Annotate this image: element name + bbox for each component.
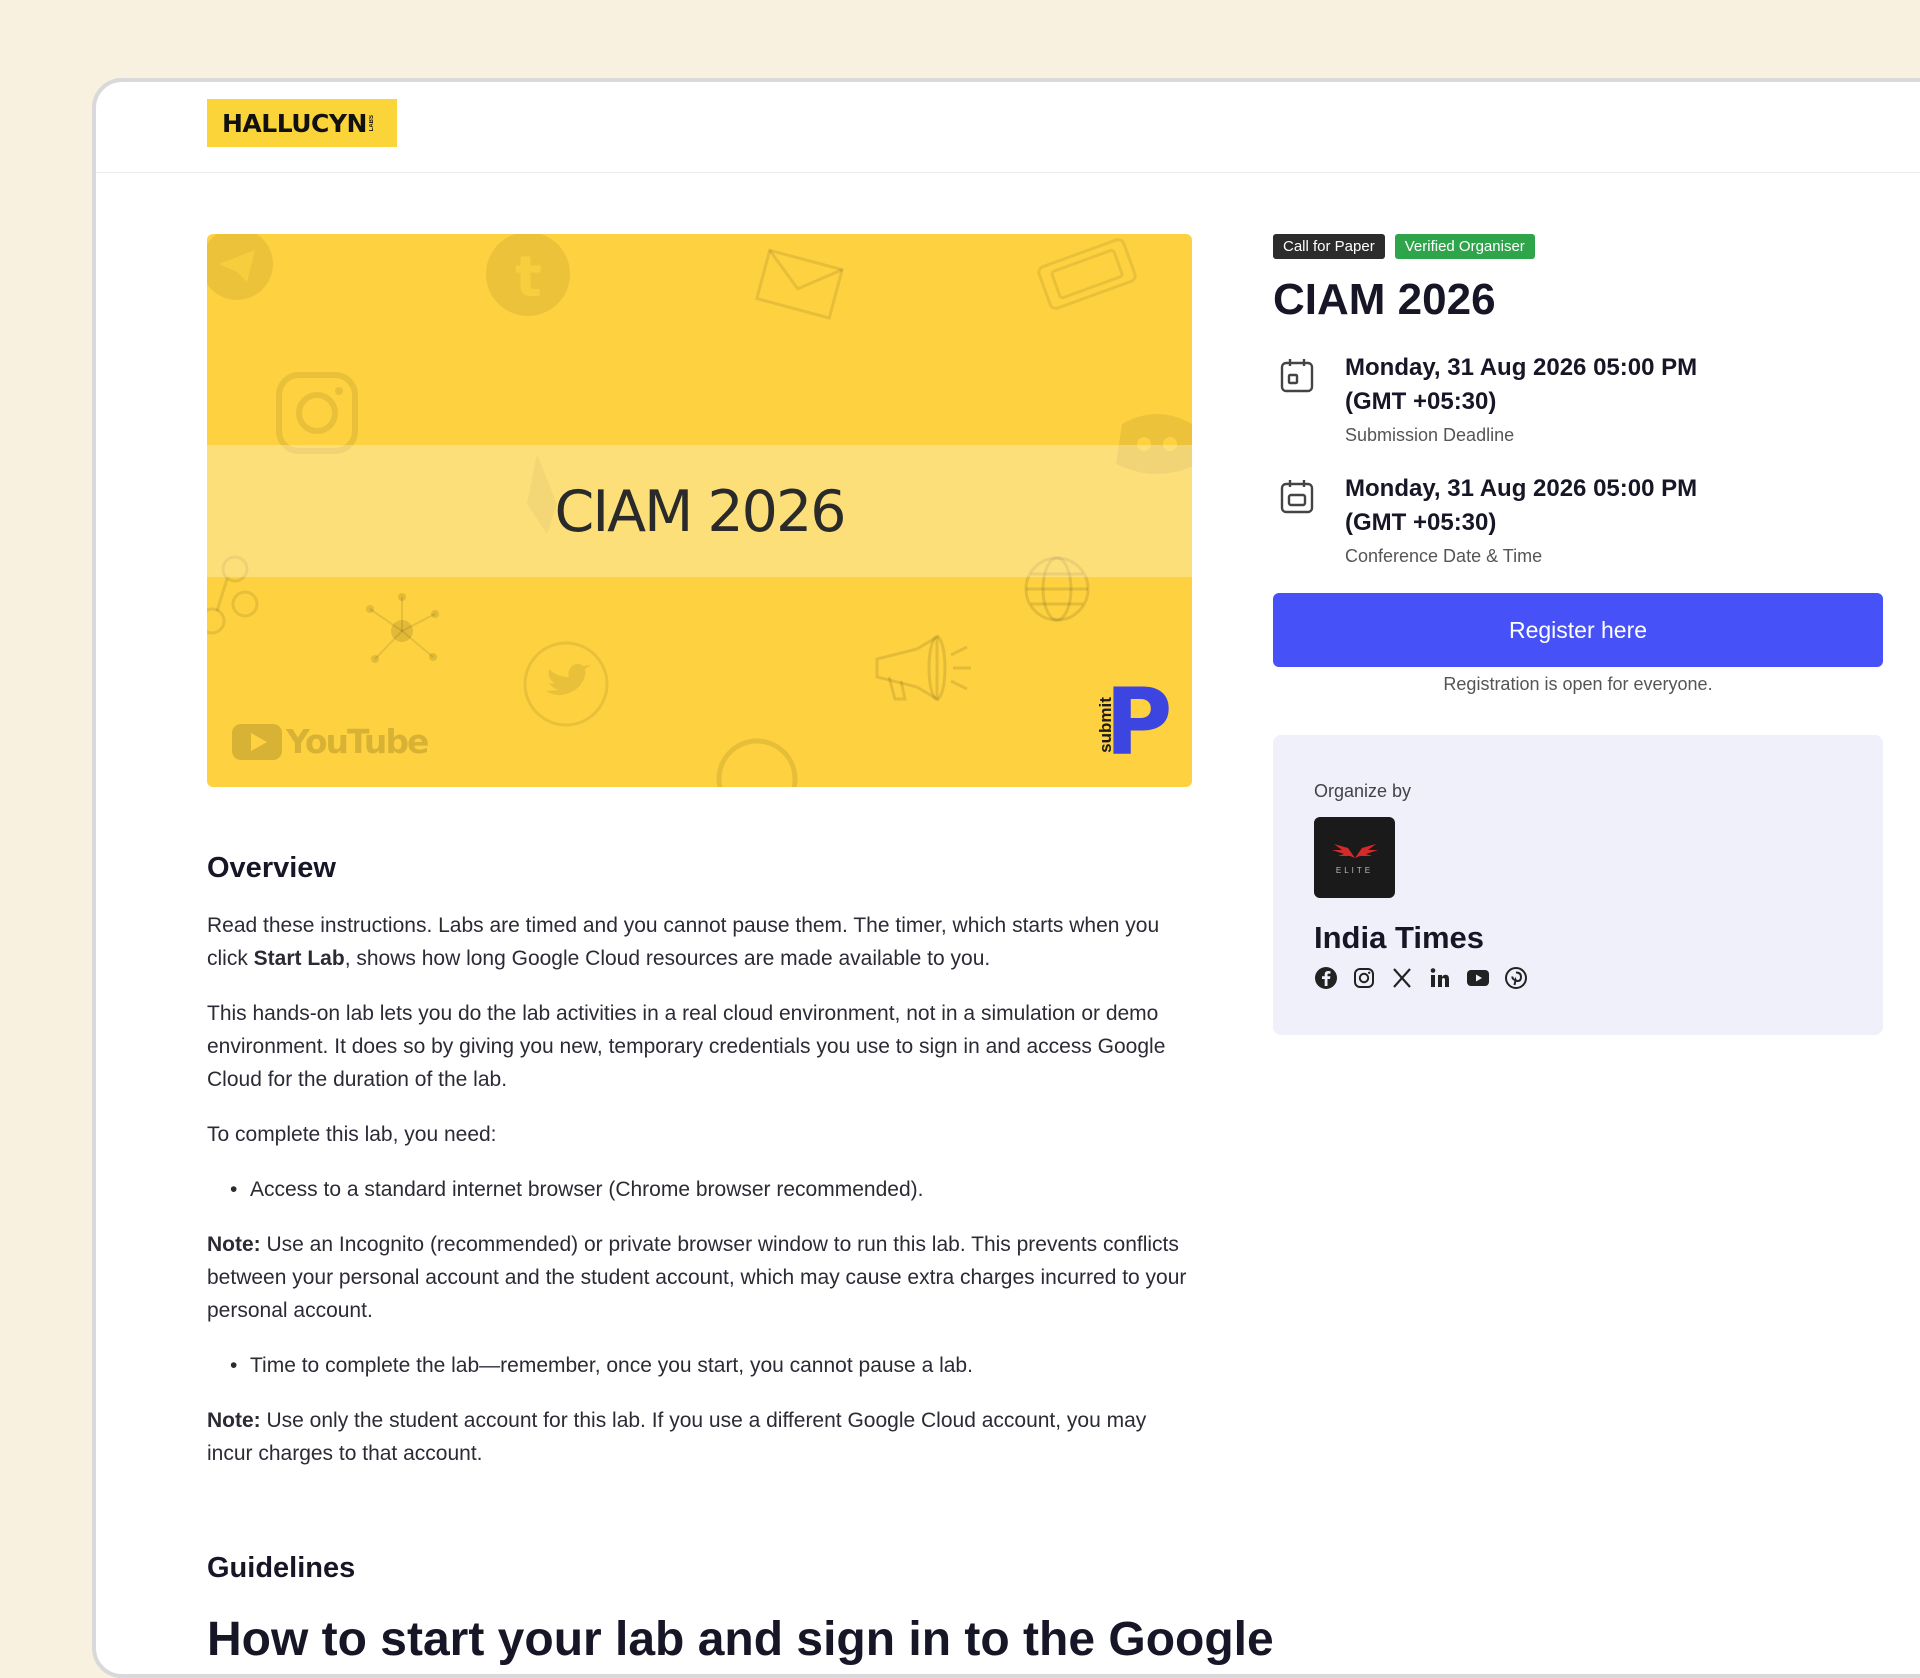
linkedin-icon[interactable] bbox=[1428, 966, 1452, 990]
overview-section: Overview Read these instructions. Labs a… bbox=[207, 852, 1192, 1492]
whatsapp-icon bbox=[716, 738, 798, 787]
submission-deadline-row: Monday, 31 Aug 2026 05:00 PM (GMT +05:30… bbox=[1273, 351, 1883, 446]
tumblr-icon: t bbox=[486, 234, 570, 316]
organizer-socials bbox=[1314, 966, 1842, 990]
note-paragraph-1: Note: Use an Incognito (recommended) or … bbox=[207, 1228, 1192, 1327]
note-paragraph-2: Note: Use only the student account for t… bbox=[207, 1404, 1192, 1470]
overview-paragraph-1: Read these instructions. Labs are timed … bbox=[207, 909, 1192, 975]
tag-call-for-paper: Call for Paper bbox=[1273, 234, 1385, 259]
conference-date-row: Monday, 31 Aug 2026 05:00 PM (GMT +05:30… bbox=[1273, 472, 1883, 567]
megaphone-icon bbox=[875, 634, 971, 702]
submission-deadline-text: Monday, 31 Aug 2026 05:00 PM (GMT +05:30… bbox=[1345, 351, 1697, 446]
youtube-icon[interactable] bbox=[1466, 966, 1490, 990]
event-tags: Call for Paper Verified Organiser bbox=[1273, 234, 1883, 259]
youtube-bg-logo: YouTube bbox=[232, 722, 429, 761]
telegram-icon bbox=[207, 234, 273, 300]
note-label: Note: bbox=[207, 1409, 261, 1432]
calendar-icon bbox=[1280, 359, 1314, 393]
submission-deadline-date: Monday, 31 Aug 2026 05:00 PM bbox=[1345, 354, 1698, 381]
guidelines-heading: Guidelines bbox=[207, 1552, 356, 1584]
note-label: Note: bbox=[207, 1233, 261, 1256]
note-text: Use only the student account for this la… bbox=[207, 1409, 1147, 1465]
submission-deadline-label: Submission Deadline bbox=[1345, 425, 1515, 445]
instagram-icon[interactable] bbox=[1352, 966, 1376, 990]
organizer-logo[interactable]: ELITE bbox=[1314, 817, 1395, 898]
conference-date: Monday, 31 Aug 2026 05:00 PM bbox=[1345, 475, 1698, 502]
twitter-bg-icon bbox=[523, 641, 609, 727]
overview-paragraph-3: To complete this lab, you need: bbox=[207, 1123, 497, 1146]
conference-date-text: Monday, 31 Aug 2026 05:00 PM (GMT +05:30… bbox=[1345, 472, 1697, 567]
conference-tz: (GMT +05:30) bbox=[1345, 509, 1497, 536]
note-text: Use an Incognito (recommended) or privat… bbox=[207, 1233, 1187, 1322]
mail-icon bbox=[754, 248, 845, 320]
list-item: Time to complete the lab—remember, once … bbox=[230, 1349, 1192, 1382]
instagram-bg-icon bbox=[276, 372, 358, 454]
list-item: Access to a standard internet browser (C… bbox=[230, 1173, 1192, 1206]
wings-icon bbox=[1331, 844, 1378, 858]
x-icon[interactable] bbox=[1390, 966, 1414, 990]
browser-frame: HALLUCYN LABS t YouTube CIAM 2026 submit… bbox=[92, 78, 1920, 1678]
organizer-logo-text: ELITE bbox=[1335, 866, 1374, 875]
conference-date-label: Conference Date & Time bbox=[1345, 546, 1543, 566]
brand-logo-sub: LABS bbox=[368, 114, 375, 132]
register-button[interactable]: Register here bbox=[1273, 593, 1883, 667]
facebook-icon[interactable] bbox=[1314, 966, 1338, 990]
submit-letter: P bbox=[1105, 669, 1173, 776]
registration-note: Registration is open for everyone. bbox=[1443, 674, 1713, 694]
guidelines-subheading: How to start your lab and sign in to the… bbox=[207, 1613, 1274, 1666]
calendar-icon bbox=[1280, 480, 1314, 514]
youtube-bg-text: YouTube bbox=[286, 722, 429, 761]
top-nav: HALLUCYN LABS bbox=[96, 82, 1920, 173]
organizer-card: Organize by ELITE India Times bbox=[1273, 735, 1883, 1035]
organizer-label: Organize by bbox=[1314, 781, 1412, 801]
pinterest-icon[interactable] bbox=[1504, 966, 1528, 990]
overview-p1-text-end: , shows how long Google Cloud resources … bbox=[344, 947, 991, 970]
event-title: CIAM 2026 bbox=[1273, 275, 1496, 324]
tag-verified-organiser: Verified Organiser bbox=[1394, 234, 1535, 259]
brand-logo[interactable]: HALLUCYN LABS bbox=[207, 99, 397, 147]
overview-paragraph-2: This hands-on lab lets you do the lab ac… bbox=[207, 1002, 1166, 1091]
banner-title: CIAM 2026 bbox=[554, 479, 847, 545]
submission-deadline-tz: (GMT +05:30) bbox=[1345, 388, 1497, 415]
submit-p-logo: submit P bbox=[1090, 669, 1173, 776]
svg-text:t: t bbox=[515, 245, 542, 310]
brand-logo-text: HALLUCYN bbox=[222, 108, 367, 138]
overview-heading: Overview bbox=[207, 852, 336, 884]
youtube-play-icon bbox=[232, 723, 282, 760]
event-banner: t YouTube CIAM 2026 submit P bbox=[207, 234, 1192, 787]
ticket-icon bbox=[1037, 238, 1137, 310]
organizer-name[interactable]: India Times bbox=[1314, 920, 1842, 956]
event-sidebar: Call for Paper Verified Organiser CIAM 2… bbox=[1273, 234, 1883, 1035]
network-icon bbox=[366, 593, 439, 663]
start-lab-bold: Start Lab bbox=[253, 947, 345, 970]
